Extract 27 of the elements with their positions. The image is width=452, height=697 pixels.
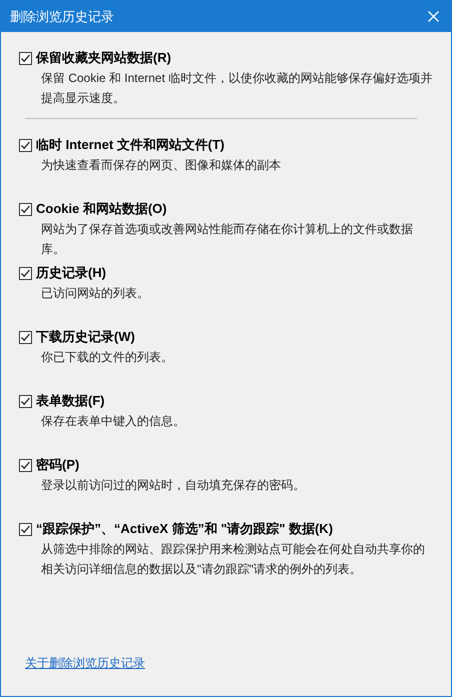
help-link[interactable]: 关于删除浏览历史记录: [25, 655, 145, 672]
option-label[interactable]: 历史记录(H): [36, 264, 106, 282]
checkbox[interactable]: [19, 52, 32, 64]
checkbox[interactable]: [19, 330, 32, 344]
option-label[interactable]: “跟踪保护”、“ActiveX 筛选”和 "请勿跟踪" 数据(K): [36, 520, 333, 538]
checkbox[interactable]: [19, 522, 32, 536]
option-label[interactable]: 临时 Internet 文件和网站文件(T): [36, 136, 224, 154]
checkbox[interactable]: [19, 266, 32, 280]
option-label[interactable]: Cookie 和网站数据(O): [36, 200, 167, 218]
option-description: 网站为了保存首选项或改善网站性能而存储在你计算机上的文件或数据库。: [41, 221, 414, 258]
option-description: 保存在表单中键入的信息。: [41, 413, 186, 430]
window-title: 删除浏览历史记录: [10, 8, 114, 26]
checkbox[interactable]: [19, 202, 32, 216]
option-label[interactable]: 密码(P): [36, 456, 80, 474]
option-description: 你已下载的文件的列表。: [41, 349, 174, 366]
option-description: 登录以前访问过的网站时，自动填充保存的密码。: [41, 477, 306, 494]
option-label[interactable]: 下载历史记录(W): [36, 328, 135, 346]
checkbox[interactable]: [19, 458, 32, 472]
checkbox[interactable]: [19, 138, 32, 152]
close-icon[interactable]: [428, 11, 439, 22]
checkbox[interactable]: [19, 394, 32, 408]
option-description: 从筛选中排除的网站、跟踪保护用来检测站点可能会在何处自动共享你的相关访问详细信息的数据以及"请勿跟踪"请求的例外的列表。: [41, 541, 426, 578]
option-description: 保留 Cookie 和 Internet 临时文件，以使你收藏的网站能够保存偏好选项并提高显示速度。: [41, 70, 433, 107]
option-description: 已访问网站的列表。: [41, 285, 150, 302]
option-label[interactable]: 保留收藏夹网站数据(R): [36, 49, 172, 67]
option-description: 为快速查看而保存的网页、图像和媒体的副本: [41, 157, 282, 174]
option-label[interactable]: 表单数据(F): [36, 392, 105, 410]
